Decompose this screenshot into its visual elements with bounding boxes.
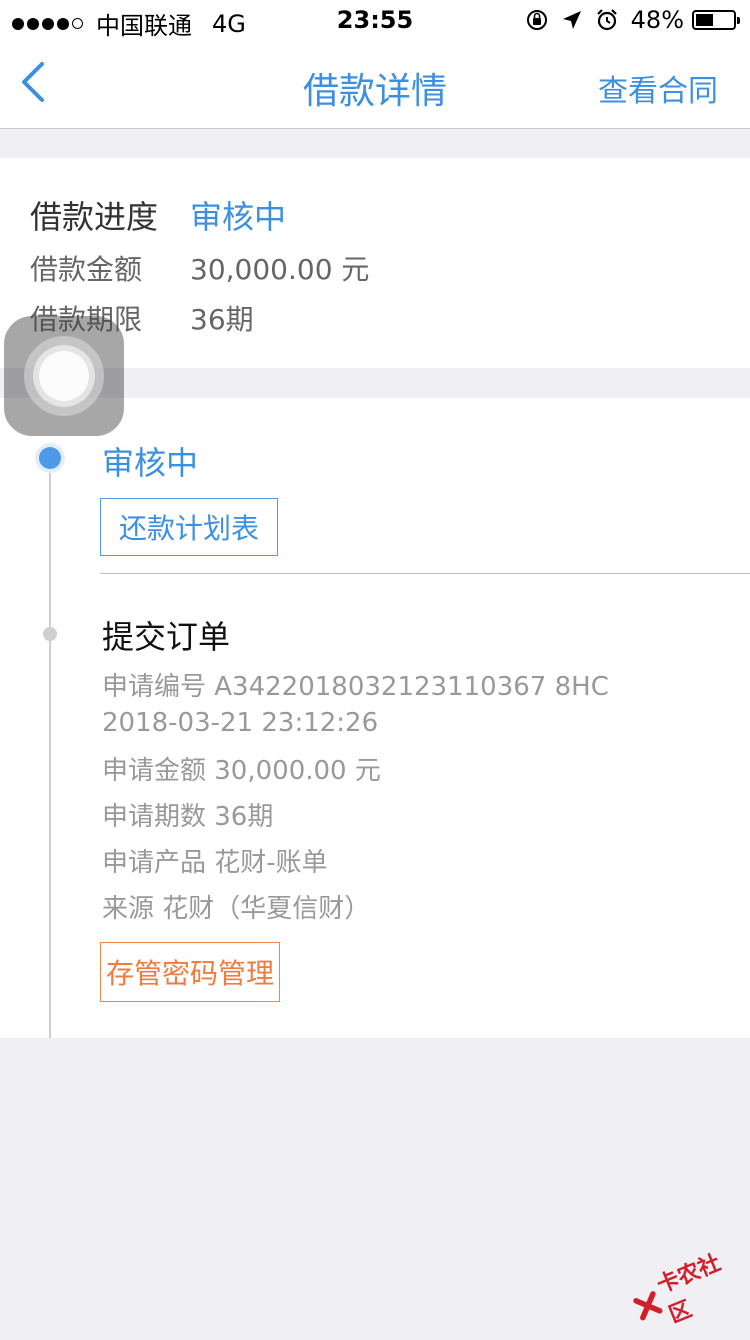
- timeline-current-status: 审核中: [102, 444, 199, 482]
- repayment-plan-button[interactable]: 还款计划表: [100, 498, 278, 556]
- navigation-bar: 借款详情 查看合同: [0, 40, 750, 129]
- progress-status: 审核中: [190, 198, 287, 236]
- application-number: 申请编号 A3422018032123110367 8HC: [102, 672, 609, 702]
- timeline-divider: [100, 573, 750, 574]
- application-term: 申请期数 36期: [102, 802, 274, 832]
- watermark-icon: [633, 1291, 663, 1321]
- amount-label: 借款金额: [30, 253, 143, 286]
- custody-password-button[interactable]: 存管密码管理: [100, 942, 280, 1002]
- summary-row-progress: 借款进度 审核中: [30, 192, 286, 238]
- loan-timeline: 审核中 还款计划表 提交订单 申请编号 A3422018032123110367…: [0, 398, 750, 1038]
- submit-order-title: 提交订单: [102, 618, 231, 656]
- application-product: 申请产品 花财-账单: [102, 848, 328, 878]
- application-source: 来源 花财（华夏信财）: [102, 894, 371, 924]
- application-amount: 申请金额 30,000.00 元: [102, 756, 381, 786]
- submit-timestamp: 2018-03-21 23:12:26: [102, 708, 379, 738]
- term-value: 36期: [190, 303, 254, 336]
- timeline-dot-active: [35, 443, 65, 473]
- status-right: 48%: [525, 6, 740, 34]
- amount-value: 30,000.00 元: [190, 253, 370, 286]
- summary-row-amount: 借款金额 30,000.00 元: [30, 248, 369, 288]
- watermark-text: 卡农社区: [653, 1250, 725, 1329]
- progress-label: 借款进度: [30, 198, 159, 236]
- status-bar: 中国联通 4G 23:55 48%: [0, 0, 750, 40]
- location-arrow-icon: [561, 9, 583, 31]
- alarm-icon: [595, 8, 619, 32]
- timeline-dot: [43, 627, 57, 641]
- orientation-lock-icon: [525, 8, 549, 32]
- assistive-touch-button[interactable]: [4, 316, 124, 436]
- timeline-line: [49, 460, 51, 1038]
- battery-percent: 48%: [630, 6, 684, 34]
- watermark-logo: 卡农社区: [625, 1242, 749, 1339]
- battery-icon: [692, 10, 740, 30]
- view-contract-button[interactable]: 查看合同: [598, 66, 718, 110]
